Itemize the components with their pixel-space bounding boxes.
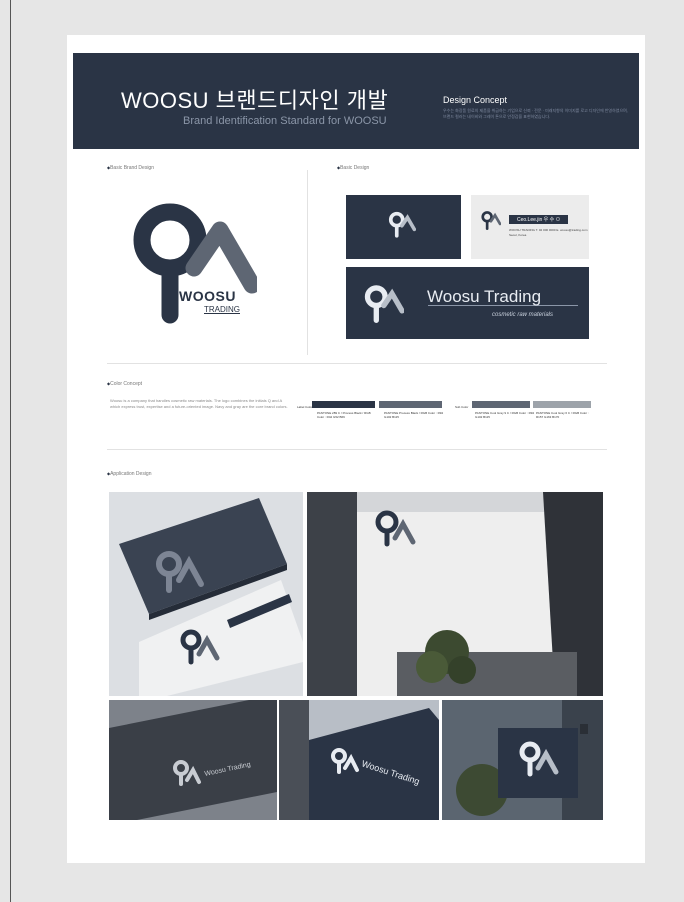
divider-vertical <box>307 170 308 355</box>
card-contact-info: WOOSU TRADING T. 02 000 0000 E. woosu@tr… <box>509 228 588 237</box>
swatch-4-label: PANTONE Cool Gray 6 C / RGB Color : R157… <box>536 411 589 419</box>
swatch-3 <box>472 401 530 408</box>
design-concept-title: Design Concept <box>443 95 508 105</box>
swatch-tag-main: Label Color <box>297 405 313 409</box>
business-cards-illustration <box>119 498 303 696</box>
hanging-sign-illustration <box>442 700 603 820</box>
sign-illustration: Woosu Trading <box>279 700 439 820</box>
page-frame-line <box>10 0 11 902</box>
section-basic-brand-label: Basic Brand Design <box>107 165 154 171</box>
swatch-3-label: PANTONE Cool Gray 9 C / RGB Color : R94 … <box>475 411 535 419</box>
page-subtitle: Brand Identification Standard for WOOSU <box>183 115 387 127</box>
card-name-bar: Ceo.Lee.jin 우 수 ㅁ <box>509 215 569 224</box>
logo-wordmark: WOOSU <box>179 288 236 304</box>
section-application-label: Application Design <box>107 471 151 477</box>
divider-2 <box>107 449 607 450</box>
swatch-4 <box>533 401 591 408</box>
mockup-hanging-sign-photo <box>442 700 603 820</box>
dark-card-illustration: Woosu Trading <box>109 700 277 820</box>
mockup-sign-photo: Woosu Trading <box>279 700 439 820</box>
color-concept-text: Woosu is a company that handles cosmetic… <box>110 398 288 409</box>
header-banner: WOOSU 브랜드디자인 개발 Brand Identification Sta… <box>73 53 639 149</box>
page-title: WOOSU 브랜드디자인 개발 <box>121 88 389 113</box>
banner-card-title: Woosu Trading <box>427 287 542 306</box>
mockup-building-photo <box>307 492 603 696</box>
banner-card-logo <box>364 285 404 323</box>
building-illustration <box>307 492 603 696</box>
divider-1 <box>107 363 607 364</box>
logo-subtitle: TRADING <box>204 305 240 314</box>
mockup-business-cards-photo <box>109 492 303 696</box>
swatch-2 <box>379 401 442 408</box>
section-basic-design-label: Basic Design <box>337 165 369 171</box>
swatch-tag-sub: Sub Color <box>455 405 469 409</box>
section-color-label: Color Concept <box>107 381 142 387</box>
card-logo <box>388 211 416 238</box>
design-concept-text: 우수는 화장품 원료의 제품을 취급하는 기업으로 신뢰 · 전문 · 미래지향… <box>443 108 628 119</box>
business-card-back: Ceo.Lee.jin 우 수 ㅁ WOOSU TRADING T. 02 00… <box>471 195 589 259</box>
business-card-front <box>346 195 461 259</box>
card-back-logo <box>481 211 501 230</box>
mockup-dark-card-photo: Woosu Trading <box>109 700 277 820</box>
banner-card-subtitle: cosmetic raw materials <box>492 312 554 318</box>
swatch-2-label: PANTONE Process Black / RGB Color : R94 … <box>384 411 444 419</box>
swatch-1-label: PANTONE 289 C / Process Black / RGB Colo… <box>317 411 371 419</box>
swatch-1 <box>312 401 375 408</box>
brand-sheet: WOOSU 브랜드디자인 개발 Brand Identification Sta… <box>67 35 645 863</box>
